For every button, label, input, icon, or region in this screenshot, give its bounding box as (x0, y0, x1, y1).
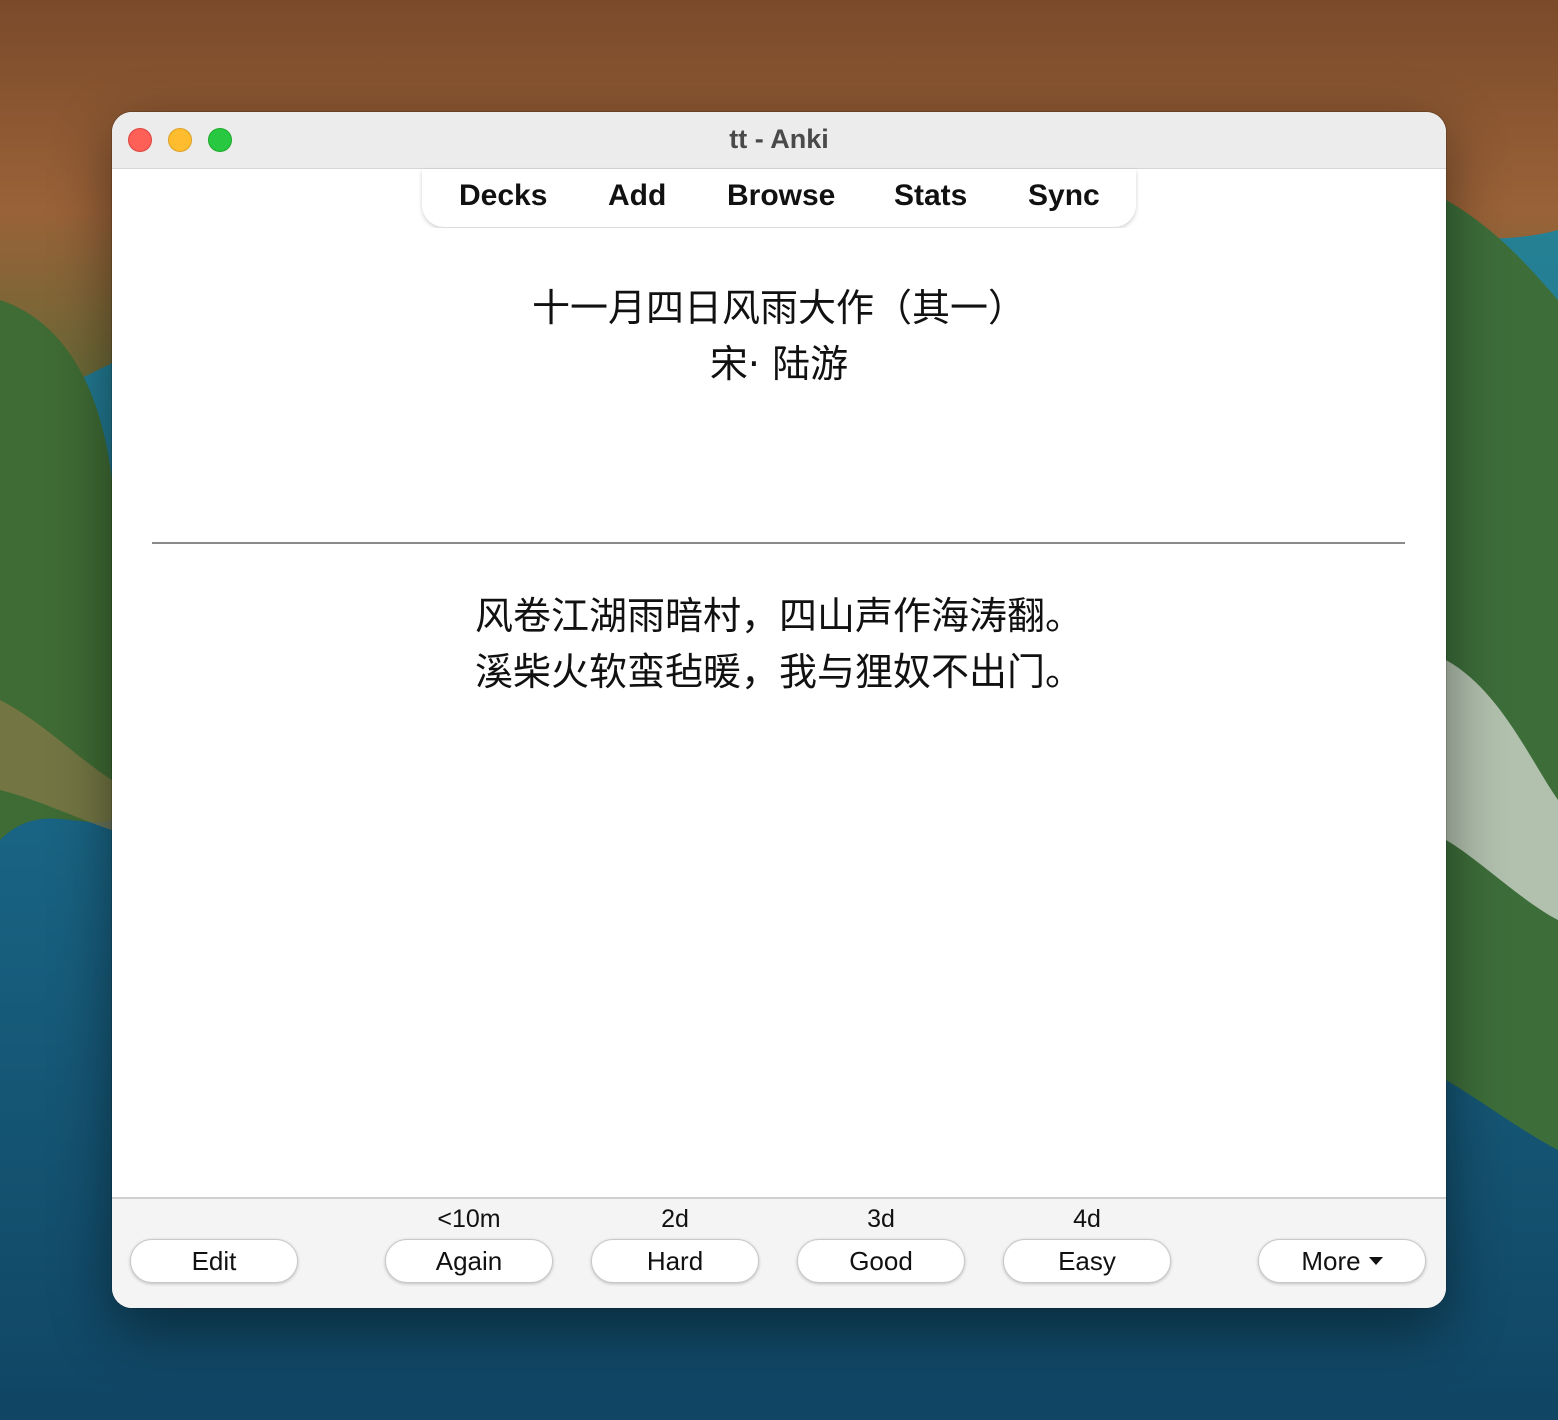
answer-bar: Edit <10m Again 2d Hard 3d Good 4d Easy … (112, 1197, 1446, 1308)
good-interval: 3d (867, 1205, 895, 1233)
again-interval: <10m (437, 1205, 501, 1233)
hard-button[interactable]: Hard (591, 1239, 759, 1283)
poem-line-2: 溪柴火软蛮毡暖，我与狸奴不出门。 (474, 650, 1083, 694)
poem-title: 十一月四日风雨大作（其一） (531, 286, 1026, 330)
card-view: 十一月四日风雨大作（其一） 宋· 陆游 风卷江湖雨暗村，四山声作海涛翻。 溪柴火… (112, 228, 1446, 1194)
card-front: 十一月四日风雨大作（其一） 宋· 陆游 (112, 280, 1446, 392)
toolbar-sync[interactable]: Sync (1028, 179, 1100, 213)
good-button[interactable]: Good (797, 1239, 965, 1283)
poem-author: 宋· 陆游 (709, 342, 849, 386)
main-toolbar: Decks Add Browse Stats Sync (422, 169, 1136, 227)
toolbar-browse[interactable]: Browse (727, 179, 835, 213)
toolbar-stats[interactable]: Stats (894, 179, 967, 213)
edit-button[interactable]: Edit (130, 1239, 298, 1283)
card-back: 风卷江湖雨暗村，四山声作海涛翻。 溪柴火软蛮毡暖，我与狸奴不出门。 (112, 588, 1446, 700)
toolbar-decks[interactable]: Decks (459, 179, 547, 213)
answer-divider (152, 542, 1405, 544)
anki-window: tt - Anki Decks Add Browse Stats Sync 十一… (112, 112, 1446, 1308)
again-button[interactable]: Again (385, 1239, 553, 1283)
poem-line-1: 风卷江湖雨暗村，四山声作海涛翻。 (474, 594, 1083, 638)
toolbar-add[interactable]: Add (608, 179, 666, 213)
more-button[interactable]: More (1258, 1239, 1426, 1283)
easy-button[interactable]: Easy (1003, 1239, 1171, 1283)
dropdown-caret-icon (1368, 1257, 1383, 1266)
hard-interval: 2d (661, 1205, 689, 1233)
title-bar: tt - Anki (112, 112, 1446, 169)
window-title: tt - Anki (729, 124, 829, 154)
easy-interval: 4d (1073, 1205, 1101, 1233)
more-label: More (1301, 1246, 1361, 1276)
